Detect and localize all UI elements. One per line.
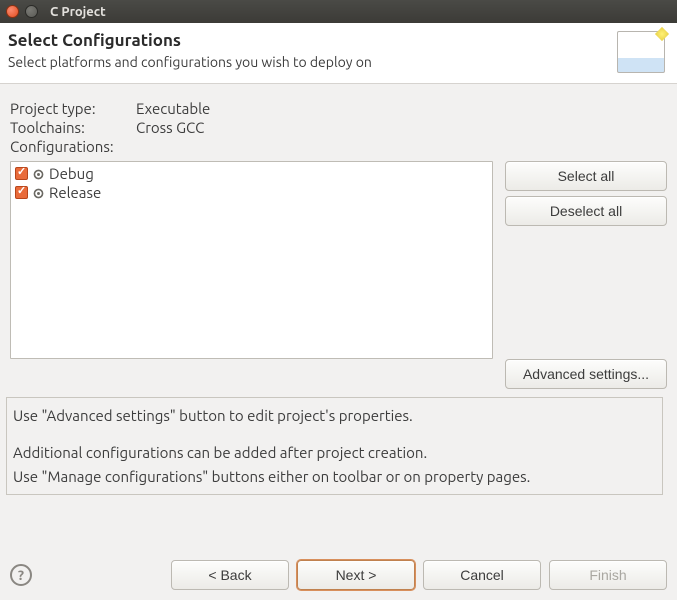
page-title: Select Configurations: [8, 31, 372, 50]
gear-icon: [32, 186, 45, 199]
hint-line: Additional configurations can be added a…: [13, 441, 656, 464]
project-type-value: Executable: [136, 100, 210, 117]
page-subtitle: Select platforms and configurations you …: [8, 54, 372, 70]
back-button[interactable]: < Back: [171, 560, 289, 590]
wizard-icon: [617, 31, 665, 73]
help-icon[interactable]: ?: [10, 564, 32, 586]
wizard-footer: ? < Back Next > Cancel Finish: [0, 552, 677, 600]
advanced-settings-button[interactable]: Advanced settings...: [505, 359, 667, 389]
hint-line: Use "Advanced settings" button to edit p…: [13, 404, 656, 427]
next-button[interactable]: Next >: [297, 560, 415, 590]
hint-line: Use "Manage configurations" buttons eith…: [13, 465, 656, 488]
hints-box: Use "Advanced settings" button to edit p…: [6, 397, 663, 495]
content-area: Project type: Executable Toolchains: Cro…: [0, 84, 677, 501]
config-checkbox-release[interactable]: [15, 186, 28, 199]
toolchains-label: Toolchains:: [10, 119, 136, 136]
titlebar: C Project: [0, 0, 677, 23]
config-item-debug[interactable]: Debug: [15, 164, 488, 183]
wizard-header: Select Configurations Select platforms a…: [0, 23, 677, 84]
config-label: Debug: [49, 165, 94, 182]
minimize-icon[interactable]: [25, 5, 38, 18]
deselect-all-button[interactable]: Deselect all: [505, 196, 667, 226]
configurations-label: Configurations:: [10, 138, 136, 155]
config-item-release[interactable]: Release: [15, 183, 488, 202]
project-type-label: Project type:: [10, 100, 136, 117]
toolchains-value: Cross GCC: [136, 119, 204, 136]
gear-icon: [32, 167, 45, 180]
config-label: Release: [49, 184, 101, 201]
select-all-button[interactable]: Select all: [505, 161, 667, 191]
finish-button: Finish: [549, 560, 667, 590]
config-checkbox-debug[interactable]: [15, 167, 28, 180]
close-icon[interactable]: [6, 5, 19, 18]
window-title: C Project: [50, 5, 106, 19]
configurations-list[interactable]: Debug Release: [10, 161, 493, 359]
cancel-button[interactable]: Cancel: [423, 560, 541, 590]
